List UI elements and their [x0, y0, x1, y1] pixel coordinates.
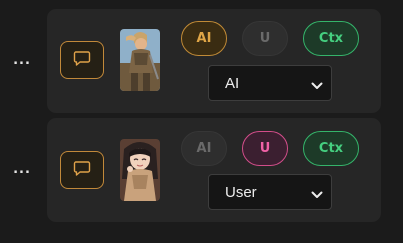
ai-toggle[interactable]: AI — [181, 131, 227, 166]
chat-bubble-icon — [73, 159, 91, 182]
chat-bubble-icon — [73, 49, 91, 72]
message-button[interactable] — [60, 41, 104, 79]
chevron-down-icon — [311, 187, 323, 198]
context-toggle[interactable]: Ctx — [303, 21, 359, 56]
more-options-button[interactable]: ... — [11, 54, 33, 68]
user-toggle[interactable]: U — [242, 131, 288, 166]
message-row-card: AI U Ctx AI — [47, 9, 381, 113]
character-avatar — [120, 29, 160, 91]
user-toggle[interactable]: U — [242, 21, 288, 56]
message-list: ... AI U Ctx AI ... AI U Ctx User — [0, 0, 403, 243]
character-avatar — [120, 139, 160, 201]
message-button[interactable] — [60, 151, 104, 189]
context-toggle[interactable]: Ctx — [303, 131, 359, 166]
role-select-value: AI — [225, 74, 240, 92]
role-select-value: User — [225, 183, 257, 201]
chevron-down-icon — [311, 78, 323, 89]
message-row-card: AI U Ctx User — [47, 118, 381, 222]
role-select[interactable]: User — [208, 174, 332, 210]
more-options-button[interactable]: ... — [11, 163, 33, 177]
ai-toggle[interactable]: AI — [181, 21, 227, 56]
role-select[interactable]: AI — [208, 65, 332, 101]
